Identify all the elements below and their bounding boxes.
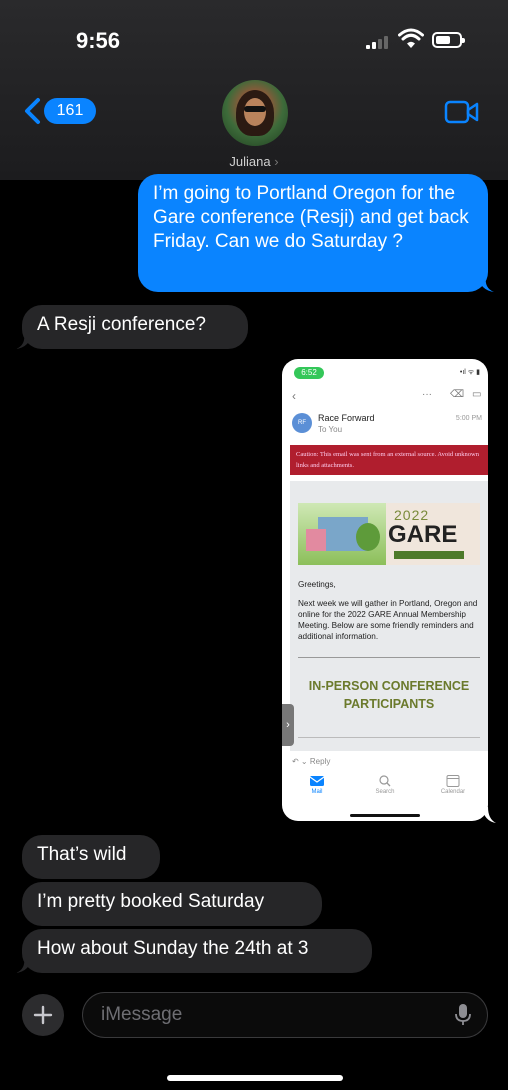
video-call-icon[interactable] — [444, 100, 480, 124]
message-text: I’m pretty booked Saturday — [37, 891, 265, 912]
reply-row: ↶ ⌄ Reply — [292, 757, 330, 766]
tab-calendar: Calendar — [428, 775, 478, 795]
greeting: Greetings, — [298, 580, 336, 589]
battery-icon — [432, 32, 465, 48]
sender-name: Race Forward — [318, 413, 375, 423]
outgoing-message[interactable]: I’m going to Portland Oregon for the Gar… — [138, 174, 494, 292]
plus-icon — [33, 1005, 53, 1025]
reply-label: Reply — [309, 757, 331, 766]
divider — [298, 737, 480, 738]
screenshot-status-icons: •ıl ᯤ ▮ — [459, 369, 480, 376]
incoming-message[interactable]: How about Sunday the 24th at 3 — [16, 929, 372, 973]
email-body: 2022 GARE Greetings, Next week we will g… — [290, 481, 488, 751]
incoming-message[interactable]: I’m pretty booked Saturday — [22, 882, 322, 926]
section-heading: IN-PERSON CONFERENCE PARTICIPANTS — [308, 679, 470, 711]
microphone-icon[interactable] — [455, 1003, 471, 1027]
contact-avatar[interactable] — [222, 80, 288, 146]
chevron-left-icon — [25, 98, 40, 124]
message-text: A Resji conference? — [37, 314, 206, 335]
more-icon: ··· — [422, 389, 432, 400]
screenshot-home-indicator — [350, 814, 420, 817]
banner-title: GARE — [388, 521, 458, 548]
bubble-tail — [478, 276, 494, 292]
expand-handle-icon: › — [282, 704, 294, 746]
message-input[interactable]: iMessage — [82, 992, 488, 1038]
divider — [298, 657, 480, 658]
back-button[interactable]: 161 — [22, 96, 96, 126]
mail-icon — [310, 776, 324, 786]
body-paragraph: Next week we will gather in Portland, Or… — [298, 599, 478, 641]
back-chevron-icon: ‹ — [292, 389, 296, 403]
contact-name-button[interactable]: Juliana › — [0, 154, 508, 169]
recipient: To You — [318, 425, 343, 434]
message-input-placeholder: iMessage — [101, 1004, 183, 1025]
sender-avatar: RF — [292, 413, 312, 433]
email-text: Greetings, Next week we will gather in P… — [298, 579, 480, 642]
message-text: That’s wild — [37, 844, 127, 865]
email-time: 5:00 PM — [455, 415, 482, 422]
chevron-right-icon: › — [274, 154, 279, 169]
search-icon — [379, 775, 391, 787]
apps-button[interactable] — [22, 994, 64, 1036]
bubble-tail — [16, 333, 32, 349]
screenshot-tab-bar: Mail Search Calendar — [282, 771, 488, 811]
cellular-signal-icon — [366, 33, 392, 49]
contact-name: Juliana — [229, 154, 271, 169]
calendar-icon — [446, 775, 460, 787]
gare-banner-image: 2022 GARE — [298, 503, 480, 565]
bubble-tail — [16, 957, 32, 973]
email-sender-row: RF Race Forward To You 5:00 PM — [292, 411, 482, 439]
message-text: How about Sunday the 24th at 3 — [37, 938, 309, 959]
incoming-message[interactable]: That’s wild — [22, 835, 160, 879]
home-indicator — [167, 1075, 343, 1081]
image-attachment[interactable]: 6:52 •ıl ᯤ ▮ ‹ ··· ⌫ ▭ RF Race Forward T… — [282, 359, 488, 821]
message-text: I’m going to Portland Oregon for the Gar… — [153, 183, 469, 252]
wifi-icon — [398, 28, 424, 48]
tab-mail: Mail — [292, 775, 342, 795]
tab-search: Search — [360, 775, 410, 795]
reply-icon: ↶ ⌄ — [292, 757, 308, 766]
status-time: 9:56 — [76, 28, 121, 53]
trash-icon: ⌫ — [450, 389, 465, 400]
screenshot-status-time: 6:52 — [294, 367, 324, 379]
caution-banner: Caution: This email was sent from an ext… — [290, 445, 488, 475]
unread-count-badge: 161 — [44, 98, 96, 124]
screenshot-toolbar: ‹ ··· ⌫ ▭ — [282, 389, 488, 405]
incoming-message[interactable]: A Resji conference? — [16, 305, 248, 349]
bubble-tail — [482, 807, 496, 823]
archive-icon: ▭ — [472, 389, 482, 400]
